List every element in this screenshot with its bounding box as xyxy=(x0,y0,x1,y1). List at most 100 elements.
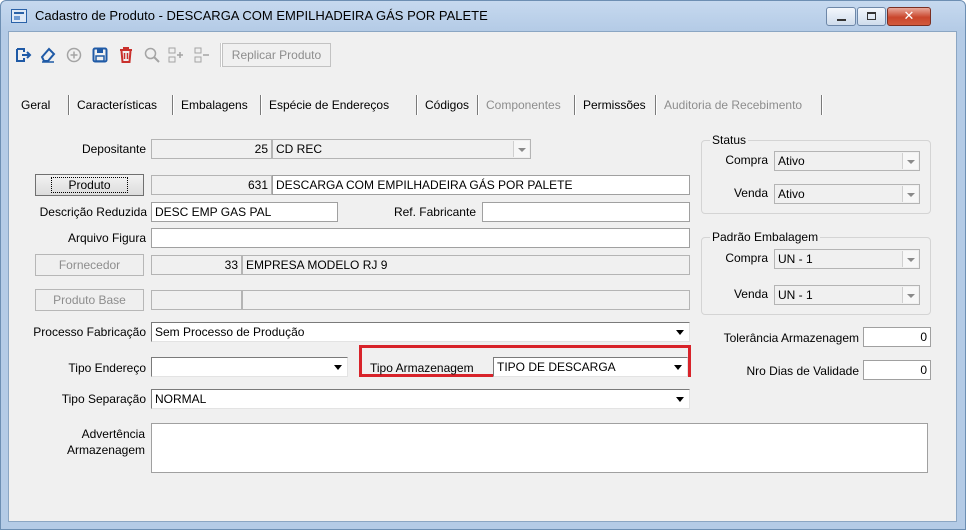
search-button[interactable] xyxy=(140,41,164,69)
tab-divider xyxy=(68,95,70,115)
tipo-armazenagem-select[interactable]: TIPO DE DESCARGA xyxy=(493,357,688,377)
status-group-title: Status xyxy=(710,133,749,147)
produto-button[interactable]: Produto xyxy=(35,174,144,196)
depositante-label: Depositante xyxy=(81,142,146,156)
chevron-down-icon[interactable] xyxy=(670,359,686,375)
status-compra-select[interactable]: Ativo xyxy=(774,151,920,171)
padrao-embalagem-title: Padrão Embalagem xyxy=(710,230,821,244)
depositante-combo[interactable]: CD REC xyxy=(272,139,531,159)
chevron-down-icon[interactable] xyxy=(672,391,688,407)
produto-code-field[interactable]: 631 xyxy=(151,175,272,195)
descricao-reduzida-field[interactable]: DESC EMP GAS PAL xyxy=(151,202,338,222)
produto-name-field[interactable]: DESCARGA COM EMPILHADEIRA GÁS POR PALETE xyxy=(272,175,690,195)
embalagem-compra-label: Compra xyxy=(725,251,768,265)
eraser-icon xyxy=(40,47,56,63)
tab-caracteristicas[interactable]: Características xyxy=(77,95,157,115)
tipo-separacao-select[interactable]: NORMAL xyxy=(151,389,690,409)
add-button[interactable] xyxy=(62,41,86,69)
processo-fabricacao-label: Processo Fabricação xyxy=(33,325,146,339)
plus-circle-icon xyxy=(66,47,82,63)
embalagem-compra-select[interactable]: UN - 1 xyxy=(774,249,920,269)
chevron-down-icon[interactable] xyxy=(330,359,346,375)
status-compra-label: Compra xyxy=(725,153,768,167)
save-icon xyxy=(92,47,108,63)
status-venda-select[interactable]: Ativo xyxy=(774,184,920,204)
search-icon xyxy=(144,47,160,63)
produto-base-code-field[interactable] xyxy=(151,290,242,310)
tolerancia-label: Tolerância Armazenagem xyxy=(723,331,859,345)
tipo-separacao-value: NORMAL xyxy=(155,392,207,406)
arquivo-figura-label: Arquivo Figura xyxy=(67,231,146,245)
advertencia-label-line2: Armazenagem xyxy=(66,443,145,457)
status-venda-value: Ativo xyxy=(778,187,805,201)
close-button[interactable]: ✕ xyxy=(887,7,931,26)
validade-field[interactable]: 0 xyxy=(863,360,931,380)
tab-divider xyxy=(416,95,418,115)
tab-geral[interactable]: Geral xyxy=(21,95,50,115)
tab-divider xyxy=(574,95,576,115)
embalagem-venda-label: Venda xyxy=(733,287,768,301)
produto-base-button[interactable]: Produto Base xyxy=(35,289,144,311)
fornecedor-button[interactable]: Fornecedor xyxy=(35,254,144,276)
tab-especie-enderecos[interactable]: Espécie de Endereços xyxy=(269,95,389,115)
tolerancia-field[interactable]: 0 xyxy=(863,327,931,347)
tab-codigos[interactable]: Códigos xyxy=(425,95,469,115)
minimize-button[interactable] xyxy=(826,7,856,26)
tab-divider xyxy=(260,95,262,115)
remove-item-button[interactable] xyxy=(190,41,214,69)
advertencia-label-line1: Advertência xyxy=(81,427,145,441)
ref-fabricante-label: Ref. Fabricante xyxy=(393,205,476,219)
clear-button[interactable] xyxy=(36,41,60,69)
close-icon: ✕ xyxy=(903,9,915,24)
minimize-icon xyxy=(837,19,846,21)
ref-fabricante-field[interactable] xyxy=(482,202,690,222)
add-item-button[interactable] xyxy=(164,41,188,69)
chevron-down-icon[interactable] xyxy=(513,141,529,157)
product-registration-window: Cadastro de Produto - DESCARGA COM EMPIL… xyxy=(0,0,966,530)
tab-permissoes[interactable]: Permissões xyxy=(583,95,646,115)
tab-divider xyxy=(477,95,479,115)
tab-divider xyxy=(821,95,823,115)
processo-fabricacao-value: Sem Processo de Produção xyxy=(155,325,305,339)
advertencia-textarea[interactable] xyxy=(151,423,928,473)
processo-fabricacao-select[interactable]: Sem Processo de Produção xyxy=(151,322,690,342)
chevron-down-icon[interactable] xyxy=(672,324,688,340)
title-bar[interactable]: Cadastro de Produto - DESCARGA COM EMPIL… xyxy=(1,1,965,31)
list-remove-icon xyxy=(194,47,209,63)
validade-label: Nro Dias de Validade xyxy=(746,364,859,378)
exit-button[interactable] xyxy=(12,41,36,69)
tab-auditoria-recebimento[interactable]: Auditoria de Recebimento xyxy=(664,95,802,115)
depositante-code-field[interactable]: 25 xyxy=(151,139,272,159)
status-compra-value: Ativo xyxy=(778,154,805,168)
embalagem-venda-select[interactable]: UN - 1 xyxy=(774,285,920,305)
chevron-down-icon[interactable] xyxy=(902,251,918,267)
chevron-down-icon[interactable] xyxy=(902,186,918,202)
tab-divider xyxy=(172,95,174,115)
fornecedor-code-field[interactable]: 33 xyxy=(151,255,242,275)
app-form-icon xyxy=(11,9,27,23)
delete-button[interactable] xyxy=(114,41,138,69)
fornecedor-name-field[interactable]: EMPRESA MODELO RJ 9 xyxy=(242,255,690,275)
exit-icon xyxy=(16,48,32,62)
window-title: Cadastro de Produto - DESCARGA COM EMPIL… xyxy=(35,8,488,23)
chevron-down-icon[interactable] xyxy=(902,153,918,169)
tab-embalagens[interactable]: Embalagens xyxy=(181,95,248,115)
chevron-down-icon[interactable] xyxy=(902,287,918,303)
tipo-endereco-select[interactable] xyxy=(151,357,348,377)
save-button[interactable] xyxy=(88,41,112,69)
tab-divider xyxy=(655,95,657,115)
tab-componentes[interactable]: Componentes xyxy=(486,95,561,115)
maximize-button[interactable] xyxy=(857,7,886,26)
tipo-endereco-label: Tipo Endereço xyxy=(68,361,146,375)
embalagem-compra-value: UN - 1 xyxy=(778,252,813,266)
trash-icon xyxy=(120,47,132,63)
replicate-product-button[interactable]: Replicar Produto xyxy=(222,43,331,67)
maximize-icon xyxy=(867,12,876,20)
descricao-reduzida-label: Descrição Reduzida xyxy=(39,205,147,219)
tipo-armazenagem-value: TIPO DE DESCARGA xyxy=(497,360,616,374)
depositante-name: CD REC xyxy=(276,142,323,156)
status-venda-label: Venda xyxy=(733,186,768,200)
arquivo-figura-field[interactable] xyxy=(151,228,690,248)
tipo-armazenagem-label: Tipo Armazenagem xyxy=(370,361,474,375)
produto-base-name-field[interactable] xyxy=(242,290,690,310)
